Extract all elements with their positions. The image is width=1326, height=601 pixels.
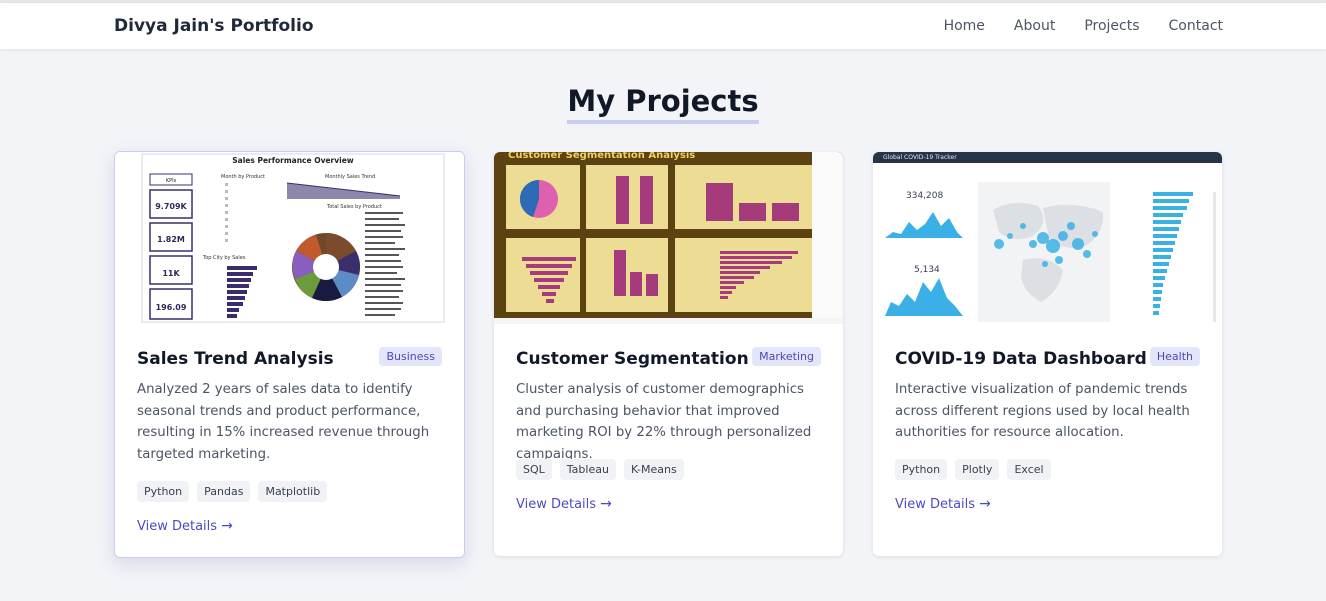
svg-text:Month by Product: Month by Product [221,174,265,180]
arrow-right-icon: → [221,518,233,534]
thumb1-heading: Sales Performance Overview [232,156,354,165]
category-badge: Marketing [752,347,821,366]
nav-projects-link[interactable]: Projects [1084,18,1139,34]
navbar: Divya Jain's Portfolio Home About Projec… [0,3,1326,49]
tech-tag: SQL [516,459,552,480]
nav-links: Home About Projects Contact [944,18,1223,34]
tech-tag: Pandas [197,481,251,502]
project-title: Customer Segmentation [516,349,749,369]
svg-text:1.82M: 1.82M [157,235,185,244]
nav-contact-link[interactable]: Contact [1169,18,1223,34]
project-card-segmentation[interactable]: Customer Segmentation Analysis Customer … [494,152,843,556]
project-title: Sales Trend Analysis [137,349,334,369]
tech-tags: Python Plotly Excel [895,459,1051,480]
thumb2-heading: Customer Segmentation Analysis [508,152,695,161]
section-title-wrap: My Projects [0,84,1326,124]
segmentation-dashboard-image: Customer Segmentation Analysis [494,152,843,324]
tech-tag: Tableau [559,459,616,480]
view-details-link[interactable]: View Details → [137,518,233,534]
project-card-sales[interactable]: Sales Performance Overview KPIs 9.709K 1… [114,151,465,558]
view-details-label: View Details [137,518,218,534]
project-description: Analyzed 2 years of sales data to identi… [137,382,430,463]
svg-text:Top City by Sales: Top City by Sales [202,255,246,261]
svg-text:11K: 11K [162,269,180,278]
tech-tag: Python [137,481,190,502]
tech-tag: Plotly [955,459,1000,480]
view-details-link[interactable]: View Details → [516,496,612,512]
thumb3-heading: Global COVID-19 Tracker [883,154,957,161]
svg-text:9.709K: 9.709K [155,202,187,211]
brand-name[interactable]: Divya Jain's Portfolio [114,16,314,36]
view-details-label: View Details [895,496,976,512]
arrow-right-icon: → [979,496,991,512]
project-card-covid[interactable]: Global COVID-19 Tracker 334,208 5,134 CO… [873,152,1222,556]
sales-dashboard-image: Sales Performance Overview KPIs 9.709K 1… [115,152,464,324]
svg-text:KPIs: KPIs [166,178,177,184]
nav-about-link[interactable]: About [1014,18,1055,34]
section-title: My Projects [567,84,759,124]
svg-text:Total Sales by Product: Total Sales by Product [326,204,382,210]
project-description: Cluster analysis of customer demographic… [516,382,812,463]
category-badge: Business [379,347,442,366]
svg-text:334,208: 334,208 [906,191,943,201]
category-badge: Health [1149,347,1200,366]
project-thumbnail-sales: Sales Performance Overview KPIs 9.709K 1… [115,152,464,324]
covid-dashboard-image: Global COVID-19 Tracker 334,208 5,134 [873,152,1222,324]
project-description: Interactive visualization of pandemic tr… [895,382,1190,441]
svg-text:5,134: 5,134 [914,265,940,275]
svg-text:196.09: 196.09 [156,303,187,312]
tech-tag: Matplotlib [258,481,328,502]
arrow-right-icon: → [600,496,612,512]
view-details-link[interactable]: View Details → [895,496,991,512]
project-thumbnail-covid: Global COVID-19 Tracker 334,208 5,134 [873,152,1222,324]
tech-tag: Python [895,459,948,480]
project-title: COVID-19 Data Dashboard [895,349,1147,369]
tech-tag: K-Means [623,459,684,480]
tech-tag: Excel [1007,459,1051,480]
project-thumbnail-segmentation: Customer Segmentation Analysis [494,152,843,324]
nav-home-link[interactable]: Home [944,18,985,34]
tech-tags: Python Pandas Matplotlib [137,481,328,502]
view-details-label: View Details [516,496,597,512]
tech-tags: SQL Tableau K-Means [516,459,684,480]
svg-text:Monthly Sales Trend: Monthly Sales Trend [325,174,375,180]
